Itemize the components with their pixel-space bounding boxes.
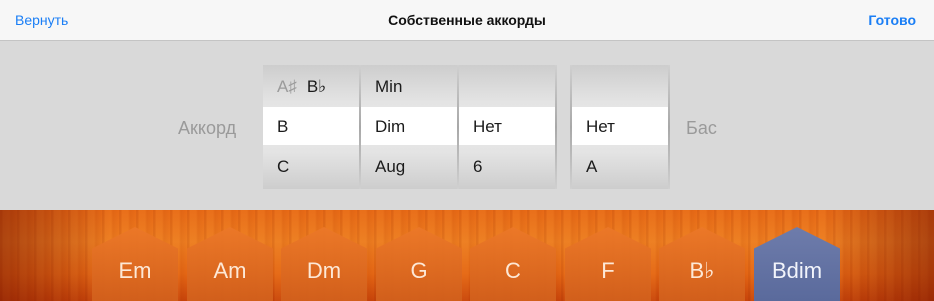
chord-button-b-flat[interactable]: B♭	[659, 227, 745, 301]
quality-option-selected[interactable]: Dim	[375, 117, 405, 137]
chord-label: F	[601, 258, 615, 283]
chord-label: B♭	[689, 258, 715, 283]
chord-label: C	[505, 258, 521, 283]
chord-label: Dm	[306, 258, 342, 283]
wheel-divider	[555, 65, 557, 189]
quality-option-below[interactable]: Aug	[375, 157, 405, 177]
chord-label: Bdim	[771, 258, 823, 283]
root-wheel[interactable]: A♯ B♭ B C	[263, 65, 359, 189]
root-option-b-flat[interactable]: B♭	[307, 77, 326, 96]
bass-option-below[interactable]: A	[586, 157, 597, 177]
chord-label: Am	[213, 258, 247, 283]
chord-button-g[interactable]: G	[376, 227, 462, 301]
chord-button-am[interactable]: Am	[187, 227, 273, 301]
quality-option-above[interactable]: Min	[375, 77, 402, 97]
chord-label: Аккорд	[178, 118, 237, 138]
root-option-above[interactable]: A♯ B♭	[277, 77, 326, 97]
root-option-selected[interactable]: B	[277, 117, 288, 137]
navigation-bar: Вернуть Собственные аккорды Готово	[0, 0, 934, 41]
bass-wheel[interactable]: Нет A	[572, 65, 668, 189]
bass-option-selected[interactable]: Нет	[586, 117, 615, 137]
chord-label: Em	[118, 258, 152, 283]
root-option-below[interactable]: C	[277, 157, 289, 177]
extension-wheel[interactable]: Нет 6	[459, 65, 555, 189]
wheel-divider	[668, 65, 670, 189]
root-option-a-sharp[interactable]: A♯	[277, 77, 297, 96]
wheel-divider	[570, 65, 572, 189]
extension-option-selected[interactable]: Нет	[473, 117, 502, 137]
quality-wheel[interactable]: Min Dim Aug	[361, 65, 457, 189]
chord-label: G	[410, 258, 428, 283]
wood-shadow-right	[824, 210, 934, 301]
bass-label: Бас	[686, 118, 717, 138]
done-button[interactable]: Готово	[868, 0, 916, 41]
chord-button-c[interactable]: C	[470, 227, 556, 301]
chord-strip: Em Am Dm G C F B♭ Bdim	[0, 210, 934, 301]
chord-button-f[interactable]: F	[565, 227, 651, 301]
page-title: Собственные аккорды	[388, 12, 546, 28]
chord-button-dm[interactable]: Dm	[281, 227, 367, 301]
extension-option-below[interactable]: 6	[473, 157, 482, 177]
chord-picker: Аккорд A♯ B♭ B C Min Dim Aug Нет 6 Нет A …	[0, 41, 934, 210]
